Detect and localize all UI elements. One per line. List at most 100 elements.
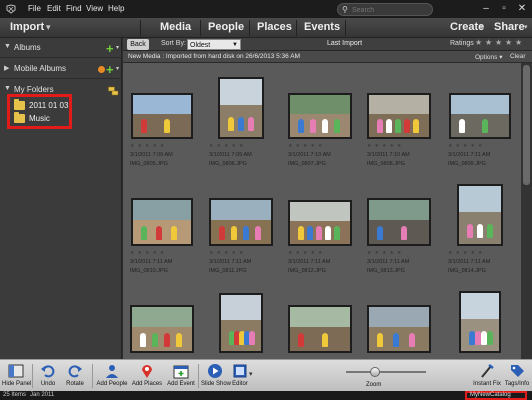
thumbnail-rating-stars[interactable]: ★★★★★ bbox=[288, 250, 325, 256]
photo-thumbnail[interactable] bbox=[288, 200, 352, 246]
rotate-button[interactable]: Rotate bbox=[62, 362, 88, 390]
share-button[interactable]: Share bbox=[494, 21, 525, 33]
media-thumbnail-item[interactable]: ★★★★★ 3/1/2011 7:11 AM IMG_0811.JPG bbox=[209, 184, 275, 284]
add-event-button[interactable]: Add Event bbox=[166, 362, 196, 390]
photo-thumbnail[interactable] bbox=[131, 198, 193, 246]
rating-star-icon[interactable]: ★ bbox=[515, 38, 522, 47]
mobile-albums-dropdown-icon[interactable]: ▾ bbox=[116, 65, 119, 72]
media-thumbnail-item[interactable] bbox=[130, 291, 196, 359]
restore-icon[interactable]: ▫ bbox=[497, 2, 511, 15]
photo-thumbnail[interactable] bbox=[457, 184, 503, 246]
photo-thumbnail[interactable] bbox=[288, 305, 352, 353]
thumbnail-rating-stars[interactable]: ★★★★★ bbox=[367, 143, 404, 149]
add-album-plus-icon[interactable]: + bbox=[106, 41, 114, 56]
photo-subject bbox=[164, 332, 170, 347]
add-places-button[interactable]: Add Places bbox=[130, 362, 164, 390]
photo-thumbnail[interactable] bbox=[367, 198, 431, 246]
media-thumbnail-item[interactable]: ★★★★★ 3/1/2011 7:11 AM IMG_0812.JPG bbox=[288, 184, 354, 284]
media-thumbnail-item[interactable]: ★★★★★ 3/1/2011 7:09 AM IMG_0805.JPG bbox=[130, 77, 196, 177]
add-mobile-album-plus-icon[interactable]: + bbox=[106, 62, 114, 77]
tab-media[interactable]: Media bbox=[160, 21, 191, 33]
folder-item-music[interactable]: Music bbox=[14, 112, 74, 125]
share-dropdown-icon[interactable]: ▾ bbox=[524, 23, 528, 31]
create-dropdown-icon[interactable]: ▾ bbox=[480, 23, 484, 31]
add-people-button[interactable]: Add People bbox=[95, 362, 129, 390]
view-title: Last Import bbox=[327, 40, 363, 47]
photo-thumbnail[interactable] bbox=[449, 93, 511, 139]
folder-item-2011-01-03[interactable]: 2011 01 03 bbox=[14, 99, 74, 112]
media-thumbnail-item[interactable]: ★★★★★ 3/1/2011 7:11 AM IMG_0809.JPG bbox=[448, 77, 514, 177]
tags-info-button[interactable]: Tags/Info bbox=[503, 362, 531, 390]
thumbnail-rating-stars[interactable]: ★★★★★ bbox=[288, 143, 325, 149]
media-thumbnail-item[interactable] bbox=[367, 291, 433, 359]
scrollbar-thumb[interactable] bbox=[523, 65, 530, 185]
close-icon[interactable]: ✕ bbox=[515, 2, 529, 15]
media-thumbnail-item[interactable]: ★★★★★ 3/1/2011 7:11 AM IMG_0814.JPG bbox=[448, 184, 514, 284]
photo-thumbnail[interactable] bbox=[367, 93, 431, 139]
menu-edit[interactable]: Edit bbox=[47, 4, 61, 13]
photo-thumbnail[interactable] bbox=[219, 293, 263, 353]
expand-triangle-icon[interactable]: ▼ bbox=[4, 43, 11, 50]
menu-find[interactable]: Find bbox=[66, 4, 82, 13]
catalog-name[interactable]: MyNewCatalog bbox=[470, 392, 511, 398]
thumbnail-date: 3/1/2011 7:09 AM bbox=[209, 152, 252, 158]
minimize-icon[interactable]: – bbox=[479, 2, 493, 15]
albums-dropdown-icon[interactable]: ▾ bbox=[116, 44, 119, 51]
rating-star-icon[interactable]: ★ bbox=[505, 38, 512, 47]
clear-button[interactable]: Clear bbox=[510, 53, 526, 60]
albums-section[interactable]: ▼ Albums + ▾ bbox=[0, 40, 122, 56]
tab-people[interactable]: People bbox=[208, 21, 244, 33]
undo-button[interactable]: Undo bbox=[36, 362, 60, 390]
rating-star-icon[interactable]: ★ bbox=[485, 38, 492, 47]
import-button[interactable]: Import bbox=[10, 21, 44, 33]
search-input[interactable] bbox=[352, 5, 430, 15]
media-thumbnail-item[interactable]: ★★★★★ 3/1/2011 7:09 AM IMG_0806.JPG bbox=[209, 77, 275, 177]
thumbnail-rating-stars[interactable]: ★★★★★ bbox=[367, 250, 404, 256]
photo-thumbnail[interactable] bbox=[218, 77, 264, 139]
menu-help[interactable]: Help bbox=[108, 4, 124, 13]
zoom-slider-handle[interactable] bbox=[370, 367, 380, 377]
editor-icon bbox=[233, 364, 247, 378]
menu-file[interactable]: File bbox=[28, 4, 41, 13]
expand-triangle-icon[interactable]: ▼ bbox=[4, 85, 11, 92]
photo-background bbox=[290, 307, 350, 327]
mobile-albums-section[interactable]: ▶ Mobile Albums + ▾ bbox=[0, 61, 122, 77]
thumbnail-rating-stars[interactable]: ★★★★★ bbox=[130, 250, 167, 256]
media-thumbnail-item[interactable] bbox=[448, 291, 514, 359]
photo-thumbnail[interactable] bbox=[288, 93, 352, 139]
sort-by-select[interactable]: Oldest ▼ bbox=[187, 39, 241, 50]
photo-thumbnail[interactable] bbox=[209, 198, 273, 246]
editor-dropdown-icon[interactable]: ▾ bbox=[249, 370, 253, 378]
thumbnail-rating-stars[interactable]: ★★★★★ bbox=[448, 250, 485, 256]
tab-places[interactable]: Places bbox=[257, 21, 292, 33]
photo-thumbnail[interactable] bbox=[459, 291, 501, 353]
photo-thumbnail[interactable] bbox=[131, 93, 193, 139]
tab-events[interactable]: Events bbox=[304, 21, 340, 33]
slide-show-button[interactable]: Slide Show bbox=[201, 362, 231, 390]
thumbnail-rating-stars[interactable]: ★★★★★ bbox=[130, 143, 167, 149]
rating-star-icon[interactable]: ★ bbox=[495, 38, 502, 47]
menu-view[interactable]: View bbox=[86, 4, 103, 13]
hide-panel-button[interactable]: Hide Panel bbox=[2, 362, 31, 390]
thumbnail-rating-stars[interactable]: ★★★★★ bbox=[209, 143, 246, 149]
media-thumbnail-item[interactable]: ★★★★★ 3/1/2011 7:10 AM IMG_0808.JPG bbox=[367, 77, 433, 177]
zoom-slider-track[interactable] bbox=[346, 371, 426, 373]
photo-thumbnail[interactable] bbox=[130, 305, 194, 353]
grid-scrollbar[interactable] bbox=[521, 63, 532, 359]
media-thumbnail-item[interactable]: ★★★★★ 3/1/2011 7:10 AM IMG_0807.JPG bbox=[288, 77, 354, 177]
rating-star-icon[interactable]: ★ bbox=[475, 38, 482, 47]
import-dropdown-icon[interactable]: ▾ bbox=[46, 22, 51, 33]
media-thumbnail-item[interactable]: ★★★★★ 3/1/2011 7:11 AM IMG_0813.JPG bbox=[367, 184, 433, 284]
back-button[interactable]: Back bbox=[127, 39, 149, 50]
search-box[interactable]: ⚲ bbox=[337, 3, 433, 16]
instant-fix-button[interactable]: Instant Fix bbox=[472, 362, 502, 390]
photo-thumbnail[interactable] bbox=[367, 305, 431, 353]
media-thumbnail-item[interactable] bbox=[209, 291, 275, 359]
media-thumbnail-item[interactable] bbox=[288, 291, 354, 359]
media-thumbnail-item[interactable]: ★★★★★ 3/1/2011 7:11 AM IMG_0810.JPG bbox=[130, 184, 196, 284]
expand-triangle-icon[interactable]: ▶ bbox=[4, 64, 9, 72]
options-button[interactable]: Options ▾ bbox=[475, 53, 502, 61]
thumbnail-rating-stars[interactable]: ★★★★★ bbox=[448, 143, 485, 149]
folder-view-toggle-icon[interactable] bbox=[108, 86, 119, 96]
thumbnail-rating-stars[interactable]: ★★★★★ bbox=[209, 250, 246, 256]
